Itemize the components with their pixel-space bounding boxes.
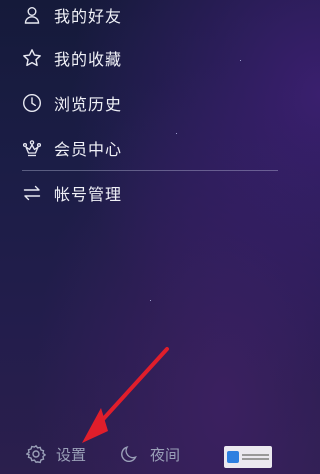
settings-label: 设置 xyxy=(56,445,87,464)
watermark-logo-icon xyxy=(227,451,239,463)
gear-icon xyxy=(25,444,47,464)
menu-item-label: 帐号管理 xyxy=(54,185,123,204)
night-mode-label: 夜间 xyxy=(150,445,181,464)
site-watermark xyxy=(224,446,272,468)
menu-item-label: 我的好友 xyxy=(54,7,123,26)
crown-icon xyxy=(22,138,42,158)
menu-item-favorites[interactable]: 我的收藏 xyxy=(0,36,278,80)
background-star xyxy=(150,300,151,301)
menu-item-label: 我的收藏 xyxy=(54,50,123,69)
friends-icon xyxy=(22,5,42,25)
settings-button[interactable]: 设置 xyxy=(25,440,87,468)
night-mode-button[interactable]: 夜间 xyxy=(120,440,180,468)
menu-item-friends[interactable]: 我的好友 xyxy=(0,0,278,37)
menu-item-account-management[interactable]: 帐号管理 xyxy=(0,171,278,215)
menu-item-history[interactable]: 浏览历史 xyxy=(0,81,278,125)
switch-account-icon xyxy=(22,183,42,203)
clock-icon xyxy=(22,93,42,113)
star-icon xyxy=(22,48,42,68)
menu-item-label: 浏览历史 xyxy=(54,95,123,114)
menu-item-label: 会员中心 xyxy=(54,140,123,159)
menu-item-membership[interactable]: 会员中心 xyxy=(0,126,278,170)
moon-icon xyxy=(120,444,140,464)
